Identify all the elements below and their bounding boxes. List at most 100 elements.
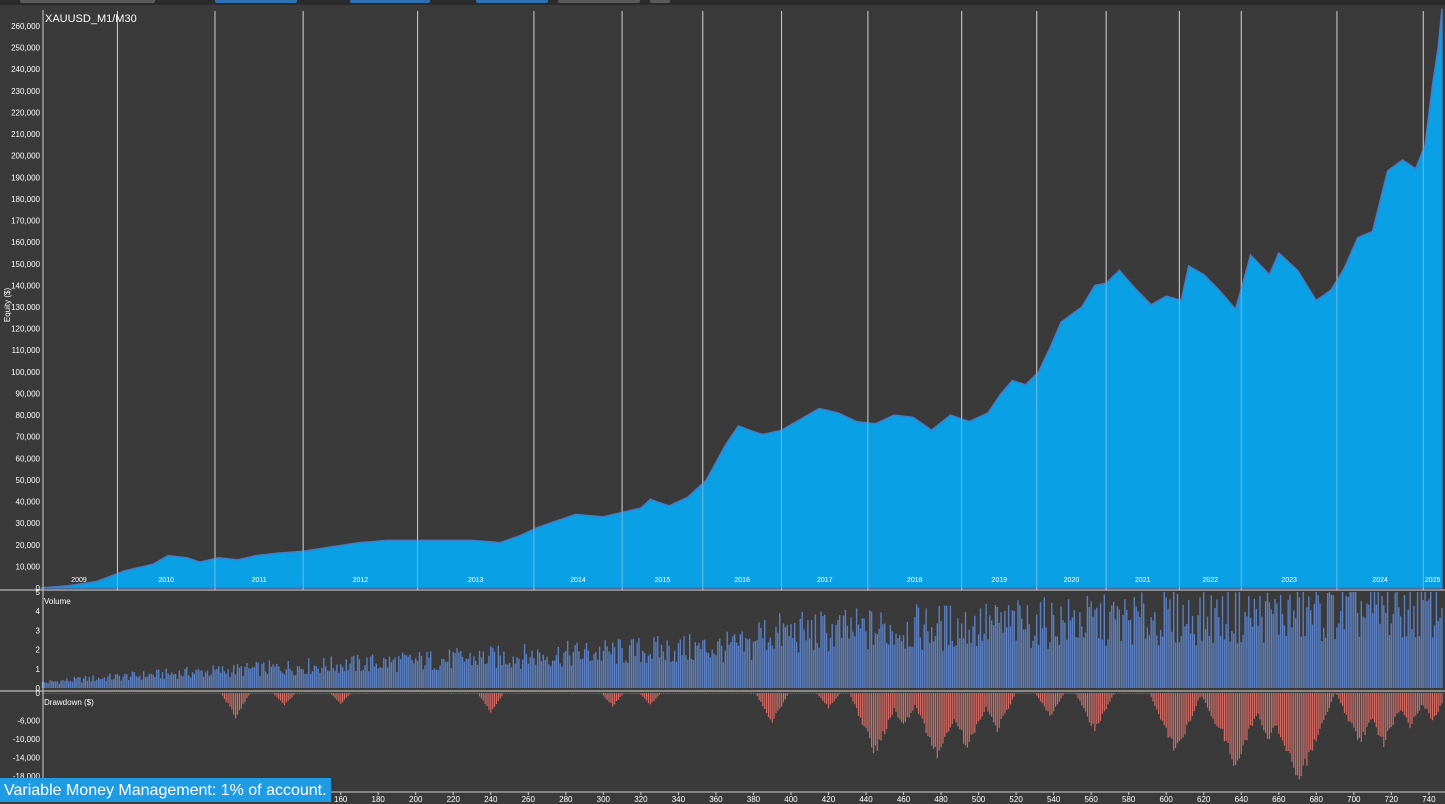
volume-bar (124, 673, 126, 688)
volume-bar (313, 665, 316, 688)
drawdown-bar (1064, 693, 1066, 694)
drawdown-bar (606, 693, 608, 700)
drawdown-bar (690, 693, 693, 694)
volume-bar (522, 659, 524, 688)
volume-bar (709, 657, 711, 688)
volume-bar (1067, 599, 1070, 688)
volume-bar (735, 642, 738, 688)
volume-bar (689, 634, 691, 688)
drawdown-bar (477, 693, 479, 694)
volume-bar (704, 639, 706, 688)
drawdown-bar (116, 693, 118, 694)
year-label: 2021 (1135, 577, 1151, 584)
drawdown-bar (109, 693, 111, 694)
volume-bar (964, 611, 967, 688)
drawdown-bar (1345, 693, 1347, 715)
drawdown-bar (236, 693, 239, 715)
volume-bar (865, 631, 867, 688)
drawdown-bar (1062, 693, 1064, 696)
drawdown-bar (659, 693, 661, 695)
volume-bar (221, 666, 224, 688)
drawdown-bar (430, 693, 432, 694)
volume-bar (1386, 592, 1389, 688)
drawdown-bar (595, 693, 597, 694)
volume-bar (463, 661, 466, 688)
drawdown-bar (1390, 693, 1392, 727)
drawdown-bar (587, 693, 589, 694)
volume-bar (180, 675, 182, 688)
drawdown-bar (1152, 693, 1154, 702)
drawdown-bar (1049, 693, 1051, 716)
volume-bar (548, 664, 550, 688)
volume-bar (450, 668, 453, 688)
volume-bar (1122, 614, 1124, 688)
volume-bar (1398, 607, 1400, 688)
drawdown-bar (653, 693, 655, 701)
toolbar-button[interactable] (476, 0, 548, 3)
drawdown-bar (591, 693, 593, 694)
volume-bar (390, 662, 392, 688)
volume-bar (589, 660, 591, 688)
equity-tick-label: 10,000 (16, 562, 41, 571)
drawdown-bar (672, 693, 674, 694)
volume-bar (623, 662, 625, 688)
volume-bar (790, 624, 792, 688)
toolbar-button[interactable] (350, 0, 430, 3)
drawdown-bar (221, 693, 224, 696)
drawdown-bar (231, 693, 233, 710)
toolbar-button[interactable] (215, 0, 297, 3)
drawdown-bar (1176, 693, 1179, 744)
equity-tick-label: 90,000 (16, 389, 41, 398)
toolbar-button[interactable] (558, 0, 640, 3)
drawdown-bar (191, 693, 194, 694)
drawdown-bar (921, 693, 923, 719)
volume-bar (966, 643, 968, 688)
volume-bar (570, 665, 573, 688)
volume-bar (914, 617, 916, 688)
toolbar-button[interactable] (650, 0, 670, 3)
drawdown-bar (769, 693, 771, 720)
volume-bar (152, 674, 154, 688)
equity-axis-label: Equity ($) (3, 288, 12, 323)
drawdown-bar (675, 693, 678, 694)
volume-bar (507, 664, 509, 688)
volume-bar (1126, 609, 1128, 688)
volume-bar (227, 669, 229, 688)
drawdown-bar (696, 693, 698, 694)
volume-bar (435, 669, 438, 688)
volume-bar (1006, 627, 1008, 688)
drawdown-bar (829, 693, 831, 705)
drawdown-bar (827, 693, 830, 709)
drawdown-bar (582, 693, 584, 694)
drawdown-bar (797, 693, 800, 694)
volume-bar (345, 659, 347, 688)
volume-bar (681, 655, 683, 688)
drawdown-bar (981, 693, 983, 717)
toolbar-button[interactable] (20, 0, 155, 3)
drawdown-bar (173, 693, 175, 694)
drawdown-bar (195, 693, 197, 694)
volume-bar (1409, 592, 1411, 688)
drawdown-bar (1291, 693, 1293, 762)
volume-bar (816, 642, 818, 688)
volume-bar (662, 651, 665, 688)
drawdown-bar (811, 693, 813, 694)
volume-bar (953, 646, 955, 688)
drawdown-bar (79, 693, 81, 694)
volume-bar (582, 658, 584, 688)
drawdown-bar (1024, 693, 1027, 694)
drawdown-bar (1006, 693, 1008, 710)
drawdown-bar (133, 693, 135, 694)
volume-bar (679, 639, 681, 688)
drawdown-bar (786, 693, 788, 696)
drawdown-bar (235, 693, 237, 719)
volume-bar (289, 668, 291, 688)
drawdown-bar (520, 693, 522, 694)
drawdown-bar (246, 693, 248, 698)
volume-bar (497, 645, 499, 688)
drawdown-bar (471, 693, 473, 694)
volume-bar (107, 676, 109, 688)
drawdown-bar (899, 693, 901, 720)
volume-bar (1362, 616, 1364, 688)
x-tick-label: 540 (1047, 795, 1061, 802)
